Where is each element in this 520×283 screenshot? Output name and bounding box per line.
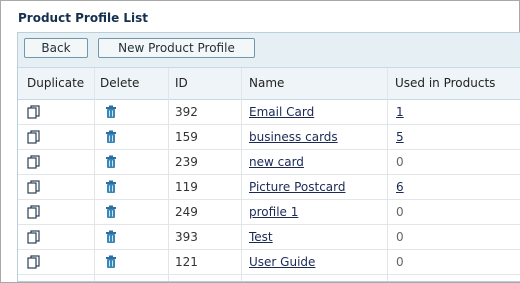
table-row: 159 business cards 5 (18, 125, 520, 150)
row-used-count: 0 (396, 255, 404, 269)
row-name-link[interactable]: User Guide (249, 250, 315, 274)
table-row: 119 Picture Postcard 6 (18, 175, 520, 200)
row-id: 159 (175, 130, 198, 144)
product-profile-panel: Back New Product Profile Duplicate Delet… (17, 32, 520, 282)
trash-icon[interactable] (104, 125, 122, 149)
row-name-link[interactable]: profile 1 (249, 200, 298, 224)
trash-icon[interactable] (104, 250, 122, 274)
trash-icon[interactable] (104, 200, 122, 224)
row-name-link[interactable]: business cards (249, 125, 338, 149)
trash-icon[interactable] (104, 225, 122, 249)
row-used-count: 0 (396, 205, 404, 219)
row-name-link[interactable]: new card (249, 150, 304, 174)
new-product-profile-button[interactable]: New Product Profile (98, 38, 255, 58)
row-id: 239 (175, 155, 198, 169)
row-name-link[interactable]: Test (249, 225, 273, 249)
row-used-count-link[interactable]: 6 (396, 175, 404, 199)
row-name-link[interactable]: Email Card (249, 100, 314, 124)
page-title: Product Profile List (18, 11, 149, 25)
duplicate-icon[interactable] (27, 125, 45, 149)
row-id: 392 (175, 105, 198, 119)
row-used-count: 0 (396, 230, 404, 244)
duplicate-icon[interactable] (27, 175, 45, 199)
table-row: 121 User Guide 0 (18, 250, 520, 275)
column-header-delete: Delete (100, 76, 140, 90)
duplicate-icon[interactable] (27, 225, 45, 249)
row-id: 393 (175, 230, 198, 244)
duplicate-icon[interactable] (27, 250, 45, 274)
column-header-id: ID (175, 76, 188, 90)
row-name-link[interactable]: Picture Postcard (249, 175, 345, 199)
column-header-duplicate: Duplicate (27, 76, 85, 90)
column-header-used-in-products: Used in Products (395, 76, 496, 90)
toolbar: Back New Product Profile (18, 33, 520, 68)
table-row: 392 Email Card 1 (18, 100, 520, 125)
table-row: 239 new card 0 (18, 150, 520, 175)
column-header-name: Name (249, 76, 285, 90)
duplicate-icon[interactable] (27, 150, 45, 174)
duplicate-icon[interactable] (27, 100, 45, 124)
duplicate-icon[interactable] (27, 200, 45, 224)
trash-icon[interactable] (104, 150, 122, 174)
table-body: 392 Email Card 1 159 business cards 5 23… (18, 100, 520, 275)
trash-icon[interactable] (104, 100, 122, 124)
row-used-count-link[interactable]: 5 (396, 125, 404, 149)
back-button[interactable]: Back (24, 38, 88, 58)
row-used-count-link[interactable]: 1 (396, 100, 404, 124)
row-id: 119 (175, 180, 198, 194)
table-row: 393 Test 0 (18, 225, 520, 250)
trash-icon[interactable] (104, 175, 122, 199)
row-used-count: 0 (396, 155, 404, 169)
table-row: 249 profile 1 0 (18, 200, 520, 225)
row-id: 249 (175, 205, 198, 219)
row-id: 121 (175, 255, 198, 269)
